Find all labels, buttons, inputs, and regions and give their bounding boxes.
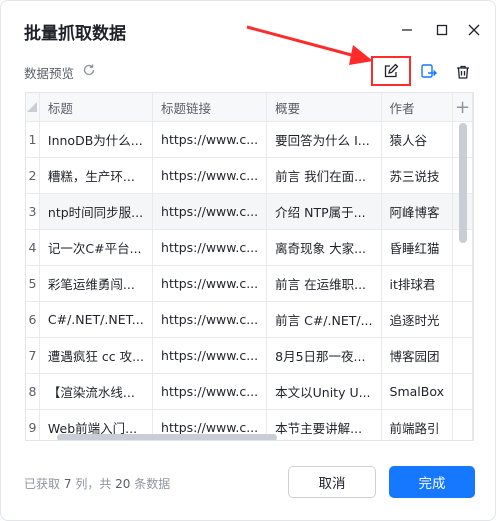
cell-author[interactable]: 追逐时光 bbox=[381, 301, 454, 338]
cell-author[interactable]: 苏三说技 bbox=[381, 157, 454, 194]
cell-author[interactable]: 猿人谷 bbox=[381, 121, 454, 158]
cell-summary[interactable]: 要回答为什么 I... bbox=[266, 121, 382, 158]
row-index: 3 bbox=[26, 193, 40, 230]
minimize-button[interactable] bbox=[396, 19, 418, 41]
table-row[interactable]: 6 C#/.NET/.NET... https://www.c... 前言 C#/.N… bbox=[26, 301, 473, 338]
cell-title[interactable]: 记一次C#平台... bbox=[39, 229, 154, 266]
edit-button[interactable] bbox=[371, 56, 411, 86]
maximize-button[interactable] bbox=[431, 19, 453, 41]
empty-cell bbox=[452, 301, 473, 338]
cell-summary[interactable]: 8月5日那一夜... bbox=[266, 337, 382, 374]
cell-author[interactable]: 前端路引 bbox=[381, 409, 454, 440]
trash-icon bbox=[457, 65, 469, 79]
row-index: 4 bbox=[26, 229, 40, 266]
export-button[interactable] bbox=[418, 61, 440, 83]
column-header-link[interactable]: 标题链接 bbox=[152, 93, 268, 122]
cell-title[interactable]: 【渲染流水线... bbox=[39, 373, 154, 410]
done-button[interactable]: 完成 bbox=[389, 466, 475, 498]
cell-link[interactable]: https://www.c... bbox=[152, 301, 268, 338]
cell-author[interactable]: it排球君 bbox=[381, 265, 454, 302]
column-count: 7 bbox=[63, 477, 72, 491]
footer-summary: 已获取 7 列，共 20 条数据 bbox=[24, 475, 170, 492]
column-header-title[interactable]: 标题 bbox=[39, 93, 154, 122]
row-count: 20 bbox=[115, 477, 131, 491]
row-index: 9 bbox=[26, 409, 40, 440]
batch-scrape-dialog: 批量抓取数据 数据预览 标题 标题链接 概要 作者 + 1 InnoDB为什么.… bbox=[0, 0, 496, 521]
row-index: 2 bbox=[26, 157, 40, 194]
cell-summary[interactable]: 前言 在运维职... bbox=[266, 265, 382, 302]
cell-author[interactable]: 昏睡红猫 bbox=[381, 229, 454, 266]
select-all-corner[interactable] bbox=[26, 93, 40, 122]
cell-title[interactable]: 糟糕，生产环... bbox=[39, 157, 154, 194]
cell-link[interactable]: https://www.c... bbox=[152, 157, 268, 194]
data-preview-table: 标题 标题链接 概要 作者 + 1 InnoDB为什么... https://www… bbox=[25, 92, 474, 441]
table-row[interactable]: 3 ntp时间同步服... https://www.c... 介绍 NTP属于... 阿… bbox=[26, 193, 473, 230]
empty-cell bbox=[452, 409, 473, 440]
column-header-author[interactable]: 作者 bbox=[381, 93, 454, 122]
cell-title[interactable]: 遭遇疯狂 cc 攻... bbox=[39, 337, 154, 374]
table-row[interactable]: 1 InnoDB为什么... https://www.c... 要回答为什么 I...… bbox=[26, 121, 473, 158]
close-button[interactable] bbox=[463, 19, 485, 41]
row-index: 6 bbox=[26, 301, 40, 338]
empty-cell bbox=[452, 265, 473, 302]
maximize-icon bbox=[436, 24, 448, 36]
cell-author[interactable]: 博客园团 bbox=[381, 337, 454, 374]
cell-link[interactable]: https://www.c... bbox=[152, 337, 268, 374]
table-row[interactable]: 4 记一次C#平台... https://www.c... 离奇现象 大家... 昏睡红… bbox=[26, 229, 473, 266]
cell-link[interactable]: https://www.c... bbox=[152, 121, 268, 158]
footer-prefix: 已获取 bbox=[24, 477, 61, 491]
row-index: 1 bbox=[26, 121, 40, 158]
footer-suffix: 条数据 bbox=[134, 477, 171, 491]
close-icon bbox=[468, 24, 480, 36]
add-column-button[interactable]: + bbox=[452, 93, 473, 122]
table-row[interactable]: 8 【渲染流水线... https://www.c... 本文以Unity U... S… bbox=[26, 373, 473, 410]
column-header-summary[interactable]: 概要 bbox=[266, 93, 382, 122]
table-row[interactable]: 5 彩笔运维勇闯... https://www.c... 前言 在运维职... it排球… bbox=[26, 265, 473, 302]
data-preview-label: 数据预览 bbox=[24, 66, 75, 81]
row-index: 8 bbox=[26, 373, 40, 410]
cell-title[interactable]: InnoDB为什么... bbox=[39, 121, 154, 158]
table-row[interactable]: 2 糟糕，生产环... https://www.c... 前言 我们在面... 苏三说技 bbox=[26, 157, 473, 194]
cell-link[interactable]: https://www.c... bbox=[152, 373, 268, 410]
cell-link[interactable]: https://www.c... bbox=[152, 265, 268, 302]
cell-link[interactable]: https://www.c... bbox=[152, 229, 268, 266]
table-header-row: 标题 标题链接 概要 作者 + bbox=[26, 93, 473, 122]
footer-mid: 列，共 bbox=[75, 477, 112, 491]
vertical-scrollbar[interactable] bbox=[459, 123, 467, 243]
refresh-icon[interactable] bbox=[82, 63, 96, 77]
cell-link[interactable]: https://www.c... bbox=[152, 193, 268, 230]
row-index: 5 bbox=[26, 265, 40, 302]
corner-triangle-icon bbox=[27, 101, 38, 112]
annotation-arrow-icon bbox=[246, 25, 373, 65]
row-index: 7 bbox=[26, 337, 40, 374]
cell-summary[interactable]: 本节主要讲解... bbox=[266, 409, 382, 440]
empty-cell bbox=[452, 373, 473, 410]
cell-summary[interactable]: 前言 我们在面... bbox=[266, 157, 382, 194]
dialog-title: 批量抓取数据 bbox=[24, 24, 126, 44]
cell-author[interactable]: SmalBox bbox=[381, 373, 454, 410]
cell-author[interactable]: 阿峰博客 bbox=[381, 193, 454, 230]
cell-summary[interactable]: 离奇现象 大家... bbox=[266, 229, 382, 266]
cell-title[interactable]: C#/.NET/.NET... bbox=[39, 301, 154, 338]
cell-summary[interactable]: 介绍 NTP属于... bbox=[266, 193, 382, 230]
horizontal-scrollbar[interactable] bbox=[57, 434, 277, 440]
delete-button[interactable] bbox=[452, 61, 474, 83]
minimize-icon bbox=[402, 29, 412, 31]
cell-summary[interactable]: 本文以Unity U... bbox=[266, 373, 382, 410]
cancel-button[interactable]: 取消 bbox=[288, 466, 376, 498]
cell-summary[interactable]: 前言 C#/.NET/... bbox=[266, 301, 382, 338]
empty-cell bbox=[452, 337, 473, 374]
table-row[interactable]: 7 遭遇疯狂 cc 攻... https://www.c... 8月5日那一夜... 博… bbox=[26, 337, 473, 374]
cell-title[interactable]: ntp时间同步服... bbox=[39, 193, 154, 230]
export-icon bbox=[421, 64, 437, 78]
cell-title[interactable]: 彩笔运维勇闯... bbox=[39, 265, 154, 302]
edit-icon bbox=[384, 63, 399, 78]
